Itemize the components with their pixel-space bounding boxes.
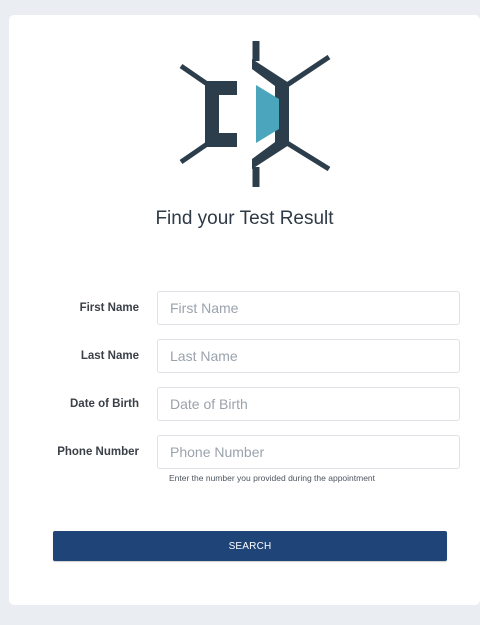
brackets-logo-icon	[179, 41, 331, 187]
last-name-input[interactable]	[157, 339, 460, 373]
date-of-birth-label: Date of Birth	[70, 398, 139, 410]
first-name-label: First Name	[79, 302, 139, 314]
first-name-row: First Name	[9, 291, 480, 325]
last-name-row: Last Name	[9, 339, 480, 373]
date-of-birth-row: Date of Birth	[9, 387, 480, 421]
first-name-input[interactable]	[157, 291, 460, 325]
date-of-birth-input[interactable]	[157, 387, 460, 421]
phone-number-hint: Enter the number you provided during the…	[169, 473, 376, 483]
phone-number-label: Phone Number	[57, 446, 139, 458]
search-card: Find your Test Result First Name Last Na…	[9, 15, 480, 605]
page-title: Find your Test Result	[155, 208, 334, 229]
phone-number-row: Phone Number	[9, 435, 480, 469]
search-button[interactable]: SEARCH	[53, 531, 447, 561]
last-name-label: Last Name	[80, 350, 139, 362]
phone-number-input[interactable]	[157, 435, 460, 469]
